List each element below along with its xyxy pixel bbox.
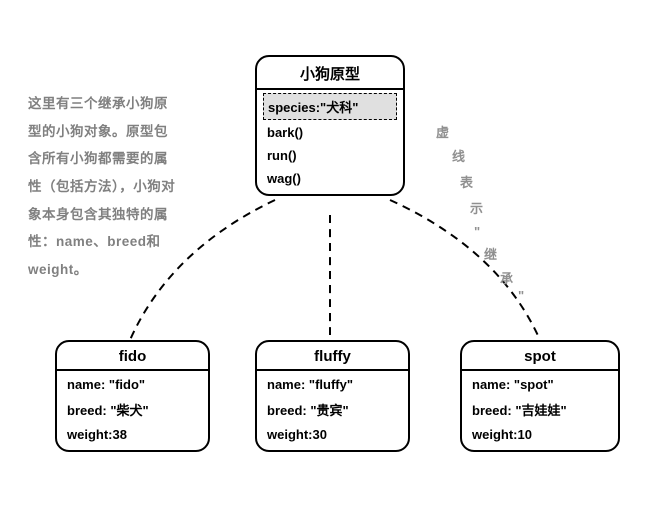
annotation-char-2: 表: [460, 172, 473, 191]
instance-body-spot: name: "spot" breed: "吉娃娃" weight:10: [462, 371, 618, 450]
diagram-canvas: 这里有三个继承小狗原型的小狗对象。原型包含所有小狗都需要的属性（包括方法），小狗…: [0, 0, 662, 508]
instance-box-fido: fido name: "fido" breed: "柴犬" weight:38: [55, 340, 210, 452]
annotation-char-6: 承: [500, 268, 513, 287]
prototype-row-species: species:"犬科": [263, 93, 397, 120]
fido-row-weight: weight:38: [57, 423, 208, 446]
annotation-char-3: 示: [470, 198, 483, 217]
fluffy-row-breed: breed: "贵宾": [257, 396, 408, 423]
spot-row-weight: weight:10: [462, 423, 618, 446]
prototype-box: 小狗原型 species:"犬科" bark() run() wag(): [255, 55, 405, 196]
prototype-row-run: run(): [257, 144, 403, 167]
prototype-row-wag: wag(): [257, 167, 403, 190]
instance-title-fido: fido: [57, 342, 208, 371]
spot-row-breed: breed: "吉娃娃": [462, 396, 618, 423]
instance-body-fluffy: name: "fluffy" breed: "贵宾" weight:30: [257, 371, 408, 450]
caption-text: 这里有三个继承小狗原型的小狗对象。原型包含所有小狗都需要的属性（包括方法），小狗…: [28, 90, 178, 284]
prototype-row-bark: bark(): [257, 121, 403, 144]
instance-body-fido: name: "fido" breed: "柴犬" weight:38: [57, 371, 208, 450]
annotation-char-7: ": [518, 288, 524, 303]
annotation-char-5: 继: [484, 244, 497, 263]
instance-box-spot: spot name: "spot" breed: "吉娃娃" weight:10: [460, 340, 620, 452]
prototype-body: species:"犬科" bark() run() wag(): [257, 90, 403, 194]
annotation-char-4: ": [474, 224, 480, 239]
fido-row-breed: breed: "柴犬": [57, 396, 208, 423]
fluffy-row-weight: weight:30: [257, 423, 408, 446]
link-proto-to-spot: [390, 200, 540, 340]
spot-row-name: name: "spot": [462, 373, 618, 396]
instance-title-fluffy: fluffy: [257, 342, 408, 371]
fido-row-name: name: "fido": [57, 373, 208, 396]
instance-title-spot: spot: [462, 342, 618, 371]
annotation-char-0: 虚: [436, 122, 449, 141]
instance-box-fluffy: fluffy name: "fluffy" breed: "贵宾" weight…: [255, 340, 410, 452]
annotation-char-1: 线: [452, 146, 465, 165]
prototype-title: 小狗原型: [257, 57, 403, 90]
fluffy-row-name: name: "fluffy": [257, 373, 408, 396]
